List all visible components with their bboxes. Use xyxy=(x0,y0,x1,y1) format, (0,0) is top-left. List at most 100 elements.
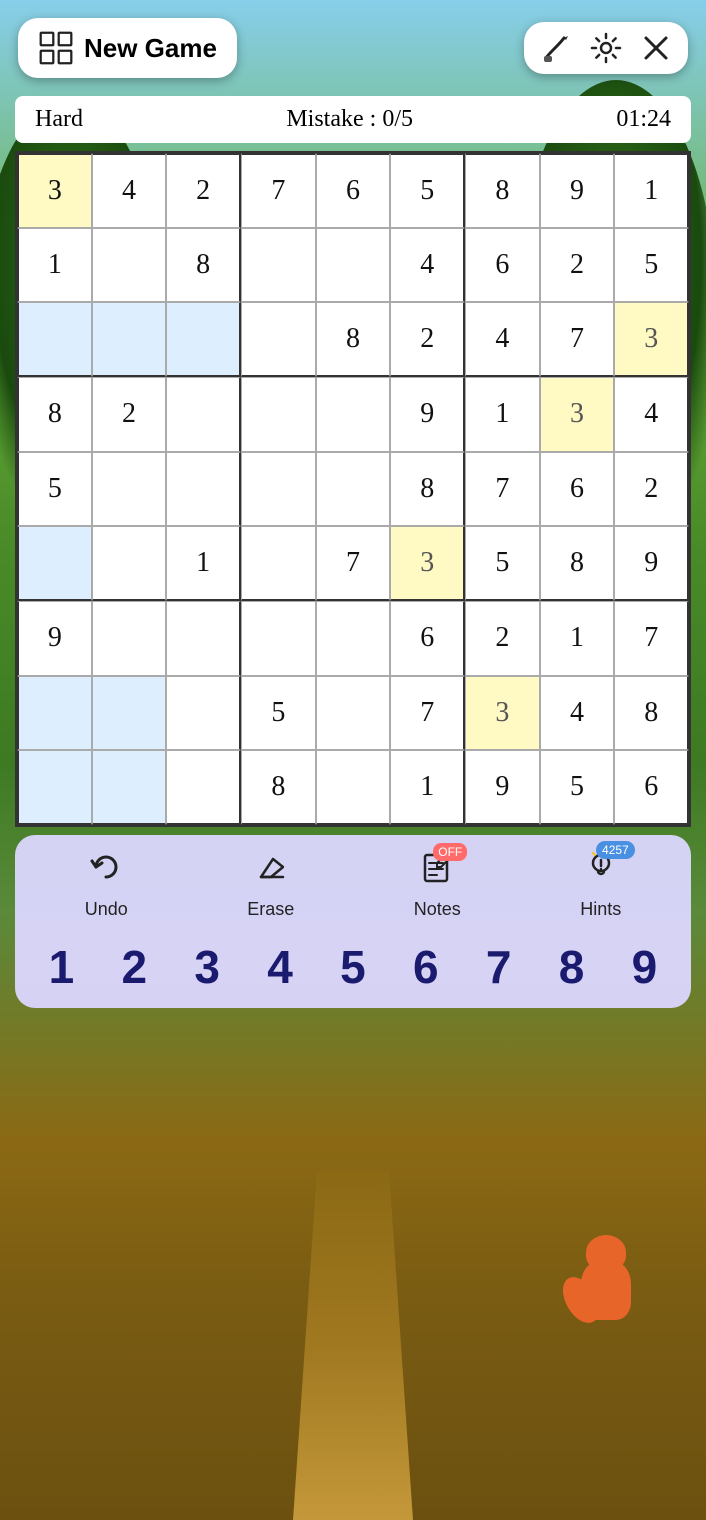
cell-6-7[interactable]: 1 xyxy=(540,601,615,676)
cell-7-4[interactable] xyxy=(316,676,391,751)
cell-5-5[interactable]: 3 xyxy=(390,526,465,601)
numpad-1[interactable]: 1 xyxy=(41,936,83,998)
cell-0-0[interactable]: 3 xyxy=(17,153,92,228)
cell-7-8[interactable]: 8 xyxy=(614,676,689,751)
cell-4-7[interactable]: 6 xyxy=(540,452,615,527)
cell-5-0[interactable] xyxy=(17,526,92,601)
numpad-3[interactable]: 3 xyxy=(186,936,228,998)
cell-4-1[interactable] xyxy=(92,452,167,527)
cell-7-2[interactable] xyxy=(166,676,241,751)
brush-button[interactable] xyxy=(540,32,572,64)
cell-7-7[interactable]: 4 xyxy=(540,676,615,751)
cell-5-6[interactable]: 5 xyxy=(465,526,540,601)
cell-5-7[interactable]: 8 xyxy=(540,526,615,601)
cell-2-2[interactable] xyxy=(166,302,241,377)
cell-0-4[interactable]: 6 xyxy=(316,153,391,228)
cell-2-0[interactable] xyxy=(17,302,92,377)
cell-8-7[interactable]: 5 xyxy=(540,750,615,825)
cell-5-8[interactable]: 9 xyxy=(614,526,689,601)
cell-6-3[interactable] xyxy=(241,601,316,676)
cell-7-6[interactable]: 3 xyxy=(465,676,540,751)
cell-4-3[interactable] xyxy=(241,452,316,527)
cell-0-2[interactable]: 2 xyxy=(166,153,241,228)
cell-3-1[interactable]: 2 xyxy=(92,377,167,452)
hints-button[interactable]: 4257 Hints xyxy=(580,849,621,920)
cell-1-0[interactable]: 1 xyxy=(17,228,92,303)
cell-5-4[interactable]: 7 xyxy=(316,526,391,601)
cell-2-3[interactable] xyxy=(241,302,316,377)
cell-5-1[interactable] xyxy=(92,526,167,601)
numpad-4[interactable]: 4 xyxy=(259,936,301,998)
cell-1-7[interactable]: 2 xyxy=(540,228,615,303)
cell-1-5[interactable]: 4 xyxy=(390,228,465,303)
cell-0-5[interactable]: 5 xyxy=(390,153,465,228)
numpad-8[interactable]: 8 xyxy=(551,936,593,998)
cell-6-0[interactable]: 9 xyxy=(17,601,92,676)
cell-8-1[interactable] xyxy=(92,750,167,825)
new-game-button[interactable]: New Game xyxy=(18,18,237,78)
cell-0-8[interactable]: 1 xyxy=(614,153,689,228)
cell-8-4[interactable] xyxy=(316,750,391,825)
cell-3-8[interactable]: 4 xyxy=(614,377,689,452)
cell-0-3[interactable]: 7 xyxy=(241,153,316,228)
notes-button[interactable]: OFF Notes xyxy=(414,849,461,920)
cell-8-8[interactable]: 6 xyxy=(614,750,689,825)
erase-label: Erase xyxy=(247,899,294,920)
erase-button[interactable]: Erase xyxy=(247,849,294,920)
cell-4-6[interactable]: 7 xyxy=(465,452,540,527)
cell-4-8[interactable]: 2 xyxy=(614,452,689,527)
cell-2-8[interactable]: 3 xyxy=(614,302,689,377)
cell-2-5[interactable]: 2 xyxy=(390,302,465,377)
cell-4-5[interactable]: 8 xyxy=(390,452,465,527)
cell-5-2[interactable]: 1 xyxy=(166,526,241,601)
cell-7-5[interactable]: 7 xyxy=(390,676,465,751)
cell-8-2[interactable] xyxy=(166,750,241,825)
cell-2-6[interactable]: 4 xyxy=(465,302,540,377)
cell-6-5[interactable]: 6 xyxy=(390,601,465,676)
cell-1-3[interactable] xyxy=(241,228,316,303)
cell-1-2[interactable]: 8 xyxy=(166,228,241,303)
cell-4-0[interactable]: 5 xyxy=(17,452,92,527)
cell-3-6[interactable]: 1 xyxy=(465,377,540,452)
numpad-2[interactable]: 2 xyxy=(114,936,156,998)
cell-1-4[interactable] xyxy=(316,228,391,303)
cell-2-1[interactable] xyxy=(92,302,167,377)
cell-5-3[interactable] xyxy=(241,526,316,601)
undo-button[interactable]: Undo xyxy=(85,849,128,920)
cell-8-3[interactable]: 8 xyxy=(241,750,316,825)
cell-7-0[interactable] xyxy=(17,676,92,751)
cell-6-6[interactable]: 2 xyxy=(465,601,540,676)
cell-6-8[interactable]: 7 xyxy=(614,601,689,676)
cell-6-2[interactable] xyxy=(166,601,241,676)
cell-1-6[interactable]: 6 xyxy=(465,228,540,303)
numpad-7[interactable]: 7 xyxy=(478,936,520,998)
numpad-9[interactable]: 9 xyxy=(624,936,666,998)
cell-1-1[interactable] xyxy=(92,228,167,303)
cell-6-4[interactable] xyxy=(316,601,391,676)
cell-4-2[interactable] xyxy=(166,452,241,527)
cell-3-7[interactable]: 3 xyxy=(540,377,615,452)
cell-8-0[interactable] xyxy=(17,750,92,825)
cell-8-5[interactable]: 1 xyxy=(390,750,465,825)
cell-3-5[interactable]: 9 xyxy=(390,377,465,452)
sudoku-board: 3427658911846258247382913458762173589962… xyxy=(15,151,691,827)
cell-1-8[interactable]: 5 xyxy=(614,228,689,303)
numpad-6[interactable]: 6 xyxy=(405,936,447,998)
cell-8-6[interactable]: 9 xyxy=(465,750,540,825)
cell-4-4[interactable] xyxy=(316,452,391,527)
settings-button[interactable] xyxy=(590,32,622,64)
cell-7-1[interactable] xyxy=(92,676,167,751)
cell-6-1[interactable] xyxy=(92,601,167,676)
cell-0-1[interactable]: 4 xyxy=(92,153,167,228)
cell-3-3[interactable] xyxy=(241,377,316,452)
cell-0-7[interactable]: 9 xyxy=(540,153,615,228)
cell-2-7[interactable]: 7 xyxy=(540,302,615,377)
close-button[interactable] xyxy=(640,32,672,64)
cell-3-2[interactable] xyxy=(166,377,241,452)
numpad-5[interactable]: 5 xyxy=(332,936,374,998)
cell-0-6[interactable]: 8 xyxy=(465,153,540,228)
cell-3-4[interactable] xyxy=(316,377,391,452)
cell-3-0[interactable]: 8 xyxy=(17,377,92,452)
cell-7-3[interactable]: 5 xyxy=(241,676,316,751)
cell-2-4[interactable]: 8 xyxy=(316,302,391,377)
